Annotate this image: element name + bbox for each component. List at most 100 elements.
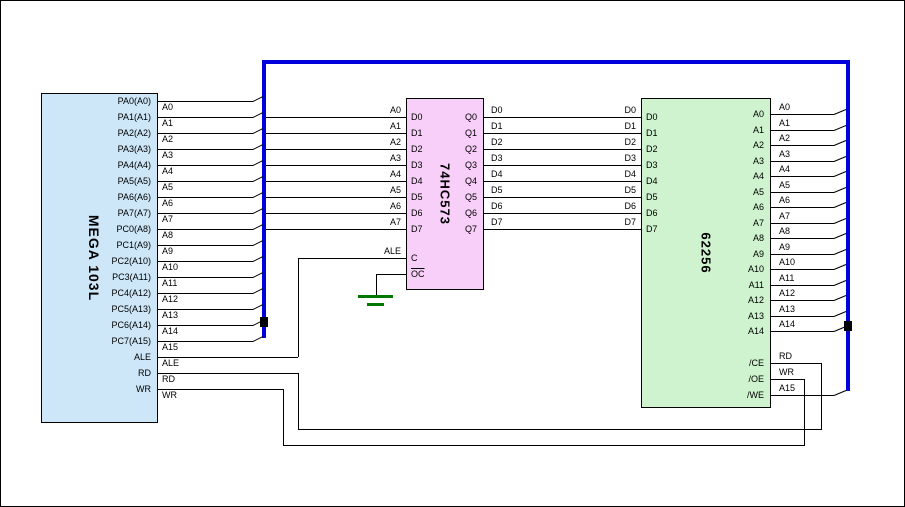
pin-label-PC6(A14): PC6(A14) <box>111 320 151 330</box>
wire-bus-entry-diagonal <box>834 280 846 286</box>
wire-segment <box>771 130 834 131</box>
net-label-A12: A12 <box>162 295 178 304</box>
pin-label-PA0(A0): PA0(A0) <box>118 96 151 106</box>
wire-segment <box>771 379 804 380</box>
net-label-WR: WR <box>779 368 794 377</box>
pin-label-PC4(A12): PC4(A12) <box>111 288 151 298</box>
wire-segment <box>484 213 641 214</box>
net-label-A12: A12 <box>779 289 795 298</box>
wire-segment <box>771 238 834 239</box>
wire-segment <box>771 114 834 115</box>
pin-label-D5: D5 <box>411 192 423 202</box>
pin-label-D0: D0 <box>646 112 658 122</box>
net-label-A7: A7 <box>390 218 401 227</box>
wire-segment <box>771 395 834 396</box>
net-label-D0: D0 <box>491 106 503 115</box>
pin-label-A8: A8 <box>753 233 764 243</box>
net-label-D2: D2 <box>491 138 503 147</box>
wire-segment <box>298 429 822 430</box>
net-label-A7: A7 <box>162 215 173 224</box>
pin-label-PC3(A11): PC3(A11) <box>112 272 151 282</box>
wire-segment <box>298 373 299 429</box>
pin-label-Q6: Q6 <box>465 208 477 218</box>
net-label-A5: A5 <box>162 183 173 192</box>
wire-bus-entry-diagonal <box>834 295 846 301</box>
chip-title-62256: 62256 <box>699 232 714 273</box>
pin-label-PA7(A7): PA7(A7) <box>118 208 151 218</box>
pin-label-C: C <box>411 253 418 263</box>
net-label-A5: A5 <box>390 186 401 195</box>
bus-junction-mark-left <box>260 317 268 327</box>
pin-label-A7: A7 <box>753 218 764 228</box>
wire-segment <box>298 258 406 259</box>
net-label-D2: D2 <box>624 138 636 147</box>
wire-segment <box>484 229 641 230</box>
net-label-A2: A2 <box>390 138 401 147</box>
net-label-A8: A8 <box>162 231 173 240</box>
pin-label-PC7(A15): PC7(A15) <box>111 336 151 346</box>
pin-label-A12: A12 <box>748 295 764 305</box>
pin-label-D1: D1 <box>646 128 658 138</box>
wire-segment <box>484 149 641 150</box>
wire-segment <box>484 197 641 198</box>
net-label-RD: RD <box>162 375 175 384</box>
wire-segment <box>266 149 406 150</box>
wire-segment <box>298 258 299 357</box>
wire-bus-entry-diagonal <box>834 249 846 255</box>
pin-label-PA5(A5): PA5(A5) <box>118 176 151 186</box>
net-label-A10: A10 <box>779 258 795 267</box>
pin-label-D5: D5 <box>646 192 658 202</box>
pin-label-PC5(A13): PC5(A13) <box>111 304 151 314</box>
wire-segment <box>158 357 298 358</box>
pin-label-OE: /OE <box>748 374 764 384</box>
chip-title-mega-103l: MEGA 103L <box>86 215 102 301</box>
net-label-A0: A0 <box>162 103 173 112</box>
wire-segment <box>771 176 834 177</box>
pin-label-Q2: Q2 <box>465 144 477 154</box>
wire-segment <box>158 373 298 374</box>
net-label-A4: A4 <box>779 165 790 174</box>
wire-segment <box>484 181 641 182</box>
net-label-A11: A11 <box>779 274 794 283</box>
wire-segment <box>771 316 834 317</box>
pin-label-D2: D2 <box>411 144 423 154</box>
wire-segment <box>804 379 805 445</box>
pin-label-PA3(A3): PA3(A3) <box>118 144 151 154</box>
pin-label-Q5: Q5 <box>465 192 477 202</box>
wire-bus-entry-diagonal <box>834 233 846 239</box>
wire-bus-entry-diagonal <box>834 311 846 317</box>
wire-segment <box>771 300 834 301</box>
wire-bus-entry-diagonal <box>834 140 846 146</box>
wire-segment <box>771 269 834 270</box>
pin-label-A5: A5 <box>753 187 764 197</box>
wire-segment <box>266 181 406 182</box>
pin-label-Q3: Q3 <box>465 160 477 170</box>
pin-label-Q0: Q0 <box>465 112 477 122</box>
wire-bus-entry-diagonal <box>834 264 846 270</box>
wire-bus-entry-diagonal <box>834 156 846 162</box>
net-label-A2: A2 <box>779 134 790 143</box>
wire-segment <box>266 117 406 118</box>
net-label-A6: A6 <box>779 196 790 205</box>
pin-label-RD: RD <box>138 368 151 378</box>
wire-segment <box>771 254 834 255</box>
net-label-A14: A14 <box>162 327 178 336</box>
net-label-D5: D5 <box>491 186 503 195</box>
wire-segment <box>376 274 406 275</box>
net-label-D3: D3 <box>491 154 503 163</box>
net-label-A9: A9 <box>162 247 173 256</box>
net-label-A5: A5 <box>779 181 790 190</box>
pin-label-A3: A3 <box>753 156 764 166</box>
address-bus-left <box>262 60 266 338</box>
wire-segment <box>771 223 834 224</box>
net-label-WR: WR <box>162 391 177 400</box>
pin-label-A9: A9 <box>753 249 764 259</box>
wire-segment <box>771 363 821 364</box>
net-label-A3: A3 <box>779 150 790 159</box>
pin-label-A13: A13 <box>748 311 764 321</box>
net-label-A1: A1 <box>390 122 401 131</box>
pin-label-D7: D7 <box>411 224 423 234</box>
net-label-A0: A0 <box>390 106 401 115</box>
pin-label-A10: A10 <box>748 264 764 274</box>
net-label-D6: D6 <box>624 202 636 211</box>
